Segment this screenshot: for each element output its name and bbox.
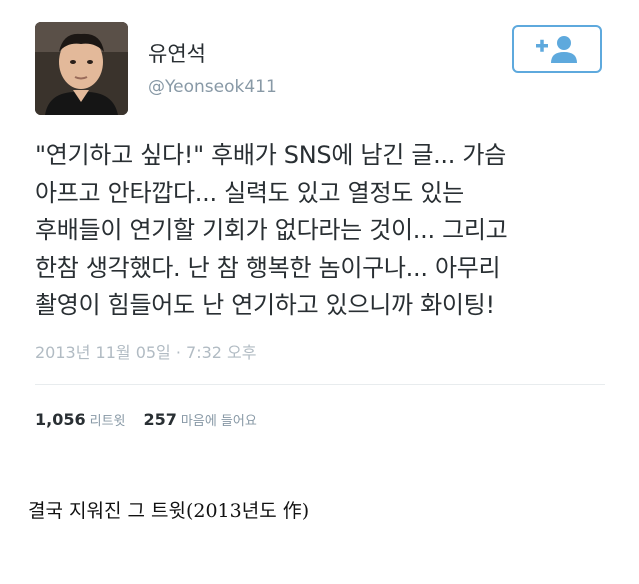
likes-count[interactable]: 257 — [144, 410, 177, 429]
tweet-text: "연기하고 싶다!" 후배가 SNS에 남긴 글... 가슴 아프고 안타깝다.… — [35, 137, 615, 325]
tweet-line: "연기하고 싶다!" 후배가 SNS에 남긴 글... 가슴 — [35, 141, 506, 169]
image-caption: 결국 지워진 그 트윗(2013년도 作) — [28, 500, 310, 522]
avatar[interactable] — [35, 22, 128, 115]
tweet-line: 아프고 안타깝다... 실력도 있고 열정도 있는 — [35, 178, 464, 207]
likes-label[interactable]: 마음에 들어요 — [181, 414, 257, 429]
display-name[interactable]: 유연석 — [148, 38, 206, 68]
follow-button[interactable] — [512, 25, 602, 73]
username[interactable]: @Yeonseok411 — [148, 77, 277, 97]
divider — [35, 384, 605, 385]
tweet-stats: 1,056 리트윗 257 마음에 들어요 — [35, 410, 257, 429]
add-user-icon — [536, 36, 577, 63]
tweet-card: 유연석 @Yeonseok411 "연기하고 싶다!" 후배가 SNS에 남긴 … — [0, 0, 639, 460]
tweet-line: 후배들이 연기할 기회가 없다라는 것이... 그리고 — [35, 216, 508, 244]
retweets-label[interactable]: 리트윗 — [90, 414, 126, 429]
retweets-count[interactable]: 1,056 — [35, 410, 86, 429]
tweet-timestamp[interactable]: 2013년 11월 05일 · 7:32 오후 — [35, 339, 256, 363]
tweet-line: 한참 생각했다. 난 참 행복한 놈이구나... 아무리 — [35, 253, 501, 282]
profile-photo-icon — [35, 22, 128, 115]
tweet-line: 촬영이 힘들어도 난 연기하고 있으니까 화이팅! — [35, 291, 495, 319]
